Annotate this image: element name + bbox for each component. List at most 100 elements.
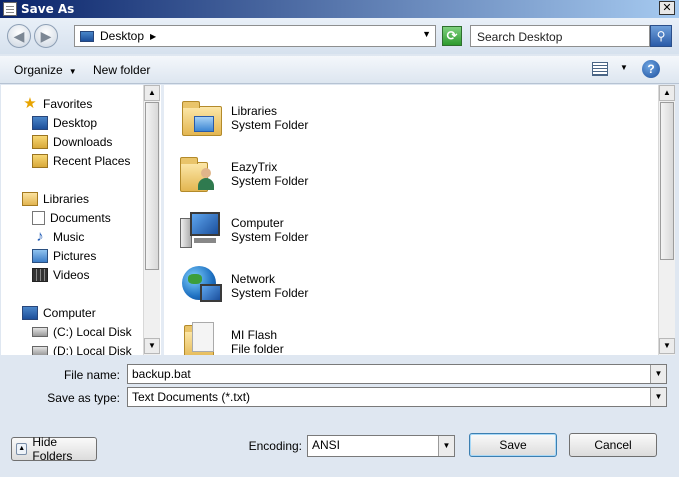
- item-name: MI Flash: [231, 328, 278, 342]
- file-name-label: File name:: [63, 368, 120, 382]
- chevron-down-icon[interactable]: ▼: [650, 365, 666, 383]
- sidebar-item-videos[interactable]: Videos: [32, 265, 89, 284]
- computer-icon: [178, 206, 226, 254]
- scrollbar-thumb[interactable]: [145, 102, 159, 270]
- network-icon: [178, 262, 226, 310]
- search-input[interactable]: Search Desktop: [470, 25, 650, 47]
- sidebar-item-libraries[interactable]: Libraries: [22, 189, 89, 208]
- sidebar-item-label: Favorites: [43, 96, 93, 111]
- back-button[interactable]: ◀: [7, 24, 31, 48]
- disk-icon: [32, 345, 48, 355]
- sidebar-item-label: Music: [53, 229, 85, 244]
- desktop-icon: [80, 30, 94, 42]
- sidebar-item-documents[interactable]: Documents: [32, 208, 111, 227]
- chevron-down-icon[interactable]: ▼: [650, 388, 666, 406]
- sidebar-item-desktop[interactable]: Desktop: [32, 113, 97, 132]
- address-bar[interactable]: Desktop ▶ ▼: [74, 25, 436, 47]
- navigation-pane: ★ Favorites Desktop Downloads Recent Plac…: [1, 85, 161, 355]
- save-as-type-value: Text Documents (*.txt): [132, 390, 251, 404]
- user-folder-icon: [178, 150, 226, 198]
- folder-icon: [178, 318, 226, 355]
- pictures-icon: [32, 248, 48, 263]
- item-type: File folder: [231, 342, 284, 355]
- item-name: Network: [231, 272, 276, 286]
- breadcrumb-arrow-icon[interactable]: ▶: [150, 32, 156, 41]
- list-item[interactable]: MI Flash File folder: [178, 315, 284, 355]
- sidebar-item-label: (C:) Local Disk: [53, 324, 132, 339]
- address-history-dropdown[interactable]: ▼: [422, 29, 431, 39]
- sidebar-item-downloads[interactable]: Downloads: [32, 132, 112, 151]
- sidebar-item-label: Videos: [53, 267, 90, 282]
- chevron-down-icon[interactable]: ▼: [438, 436, 454, 456]
- item-name: EazyTrix: [231, 160, 278, 174]
- encoding-label: Encoding:: [248, 439, 302, 453]
- notepad-icon: [3, 2, 17, 16]
- scroll-down-button[interactable]: ▼: [144, 338, 160, 354]
- cancel-button[interactable]: Cancel: [569, 433, 657, 457]
- list-item[interactable]: Network System Folder: [178, 259, 308, 313]
- item-type: System Folder: [231, 118, 309, 132]
- forward-button[interactable]: ▶: [34, 24, 58, 48]
- sidebar-item-label: Recent Places: [53, 153, 131, 168]
- view-options-dropdown[interactable]: ▼: [620, 63, 628, 72]
- list-item[interactable]: EazyTrix System Folder: [178, 147, 308, 201]
- encoding-value: ANSI: [312, 438, 341, 452]
- item-type: System Folder: [231, 286, 309, 300]
- help-icon[interactable]: ?: [642, 60, 660, 78]
- list-item[interactable]: Libraries System Folder: [178, 91, 308, 145]
- new-folder-button[interactable]: New folder: [93, 63, 150, 77]
- sidebar-item-d-drive[interactable]: (D:) Local Disk: [32, 341, 132, 355]
- address-bar-row: ◀ ▶ Desktop ▶ ▼ ⟳ Search Desktop ⚲: [0, 18, 679, 54]
- scroll-up-button[interactable]: ▲: [659, 85, 675, 101]
- sidebar-item-label: Documents: [50, 210, 111, 225]
- refresh-button[interactable]: ⟳: [442, 26, 462, 46]
- search-icon[interactable]: ⚲: [650, 25, 672, 47]
- music-icon: ♪: [36, 227, 44, 245]
- sidebar-item-recent-places[interactable]: Recent Places: [32, 151, 130, 170]
- list-item[interactable]: Computer System Folder: [178, 203, 308, 257]
- save-as-type-label: Save as type:: [47, 391, 120, 405]
- navigation-scrollbar[interactable]: ▲ ▼: [143, 85, 160, 355]
- file-name-field[interactable]: backup.bat ▼: [127, 364, 667, 384]
- sidebar-item-c-drive[interactable]: (C:) Local Disk: [32, 322, 132, 341]
- change-view-icon[interactable]: [592, 62, 608, 76]
- hide-folders-button[interactable]: ▲ Hide Folders: [11, 435, 97, 463]
- sidebar-item-favorites[interactable]: ★ Favorites: [22, 94, 92, 113]
- file-list: Libraries System Folder EazyTrix System Fo…: [164, 85, 658, 355]
- breadcrumb-desktop[interactable]: Desktop: [100, 29, 144, 43]
- sidebar-item-music[interactable]: ♪ Music: [32, 227, 84, 246]
- sidebar-item-label: Downloads: [53, 134, 113, 149]
- hide-folders-label: Hide Folders: [32, 435, 73, 463]
- item-name: Computer: [231, 216, 284, 230]
- scroll-up-button[interactable]: ▲: [144, 85, 160, 101]
- downloads-icon: [32, 134, 48, 149]
- file-list-scrollbar[interactable]: ▲ ▼: [658, 85, 675, 355]
- sidebar-item-pictures[interactable]: Pictures: [32, 246, 96, 265]
- organize-menu[interactable]: Organize ▼: [14, 63, 77, 77]
- save-button[interactable]: Save: [469, 433, 557, 457]
- chevron-down-icon: ▼: [68, 67, 77, 76]
- videos-icon: [32, 267, 48, 282]
- sidebar-item-label: Computer: [43, 305, 96, 320]
- title-bar: Save As ✕: [0, 0, 679, 18]
- desktop-icon: [32, 115, 48, 130]
- item-type: System Folder: [231, 230, 309, 244]
- sidebar-item-label: (D:) Local Disk: [53, 343, 132, 356]
- documents-icon: [32, 210, 45, 225]
- item-name: Libraries: [231, 104, 278, 118]
- scrollbar-thumb[interactable]: [660, 102, 674, 260]
- computer-icon: [22, 305, 38, 320]
- save-as-type-select[interactable]: Text Documents (*.txt) ▼: [127, 387, 667, 407]
- file-name-value: backup.bat: [132, 367, 191, 381]
- close-button[interactable]: ✕: [659, 1, 675, 15]
- star-icon: ★: [23, 94, 37, 112]
- recent-places-icon: [32, 153, 48, 168]
- encoding-select[interactable]: ANSI ▼: [307, 435, 455, 457]
- command-toolbar: Organize ▼ New folder ▼ ?: [0, 56, 679, 84]
- scroll-down-button[interactable]: ▼: [659, 338, 675, 354]
- item-type: System Folder: [231, 174, 309, 188]
- sidebar-item-computer[interactable]: Computer: [22, 303, 96, 322]
- sidebar-item-label: Desktop: [53, 115, 98, 130]
- libraries-folder-icon: [178, 94, 226, 142]
- organize-label: Organize: [14, 63, 63, 77]
